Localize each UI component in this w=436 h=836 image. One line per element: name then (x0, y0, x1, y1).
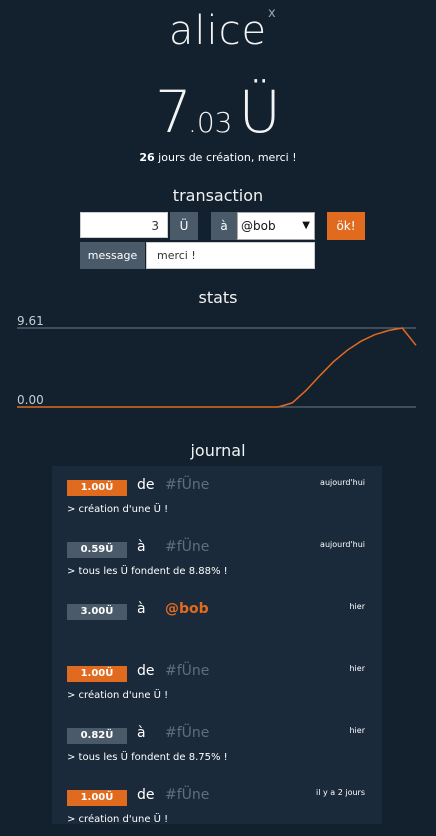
direction-label: de (137, 477, 155, 493)
direction-label: de (137, 787, 155, 803)
party-label[interactable]: @bob (165, 601, 209, 617)
days-text: jours de création, merci ! (154, 151, 297, 164)
creation-days: 26 jours de création, merci ! (0, 151, 436, 164)
amount-badge: 1.00Ü (67, 480, 127, 496)
balance: 7.03 Ü (0, 78, 436, 146)
entry-note: > création d'une Ü ! (67, 690, 169, 701)
journal-entry: 1.00Ü de #fÜne il y a 2 jours > création d'u… (52, 776, 382, 836)
journal-entry: 1.00Ü de #fÜne hier > création d'une Ü ! (52, 652, 382, 712)
direction-label: de (137, 663, 155, 679)
balance-unit: Ü (238, 78, 281, 146)
journal-entry: 0.82Ü à #fÜne hier > tous les Ü fondent de 8… (52, 714, 382, 774)
journal-list: 1.00Ü de #fÜne aujourd'hui > création d'une … (52, 466, 382, 825)
party-label[interactable]: #fÜne (165, 539, 209, 555)
message-input[interactable]: merci ! (146, 242, 315, 269)
series-line (17, 327, 417, 408)
party-label[interactable]: #fÜne (165, 787, 209, 803)
ok-button[interactable]: ök! (327, 212, 365, 240)
party-label[interactable]: #fÜne (165, 663, 209, 679)
y-min-label: 0.00 (17, 393, 44, 407)
timestamp: hier (349, 664, 365, 673)
recipient-select[interactable]: @bob ▼ (237, 212, 315, 240)
entry-note: > tous les Ü fondent de 8.88% ! (67, 566, 228, 577)
y-max-label: 9.61 (17, 314, 44, 328)
message-label: message (80, 242, 145, 269)
header: alice x (0, 6, 436, 54)
timestamp: hier (349, 726, 365, 735)
username: alice (168, 8, 268, 54)
amount-badge: 0.59Ü (67, 542, 127, 558)
balance-decimal: .03 (187, 106, 233, 139)
timestamp: aujourd'hui (320, 540, 365, 549)
close-icon[interactable]: x (268, 6, 276, 21)
amount-badge: 3.00Ü (67, 604, 127, 620)
balance-integer: 7 (155, 78, 192, 146)
unit-label: Ü (170, 212, 198, 240)
direction-label: à (137, 539, 146, 555)
party-label[interactable]: #fÜne (165, 725, 209, 741)
timestamp: hier (349, 602, 365, 611)
journal-entry: 1.00Ü de #fÜne aujourd'hui > création d'une … (52, 466, 382, 526)
chevron-down-icon: ▼ (302, 220, 310, 231)
entry-note: > tous les Ü fondent de 8.75% ! (67, 752, 228, 763)
party-label[interactable]: #fÜne (165, 477, 209, 493)
timestamp: aujourd'hui (320, 478, 365, 487)
entry-note: > création d'une Ü ! (67, 504, 169, 515)
direction-label: à (137, 601, 146, 617)
journal-entry: 0.59Ü à #fÜne aujourd'hui > tous les Ü fonde… (52, 528, 382, 588)
journal-title: journal (190, 441, 246, 460)
amount-badge: 1.00Ü (67, 790, 127, 806)
stats-title: stats (198, 288, 238, 307)
amount-badge: 0.82Ü (67, 728, 127, 744)
days-count: 26 (139, 151, 155, 164)
amount-badge: 1.00Ü (67, 666, 127, 682)
entry-note: > création d'une Ü ! (67, 814, 169, 825)
recipient-value: @bob (241, 219, 276, 233)
journal-entry: 3.00Ü à @bob hier (52, 590, 382, 650)
transaction-title: transaction (172, 186, 264, 205)
direction-label: à (137, 725, 146, 741)
stats-chart: 9.61 0.00 (17, 314, 417, 408)
timestamp: il y a 2 jours (316, 788, 365, 797)
to-label: à (211, 212, 237, 240)
amount-input[interactable]: 3 (80, 212, 168, 238)
